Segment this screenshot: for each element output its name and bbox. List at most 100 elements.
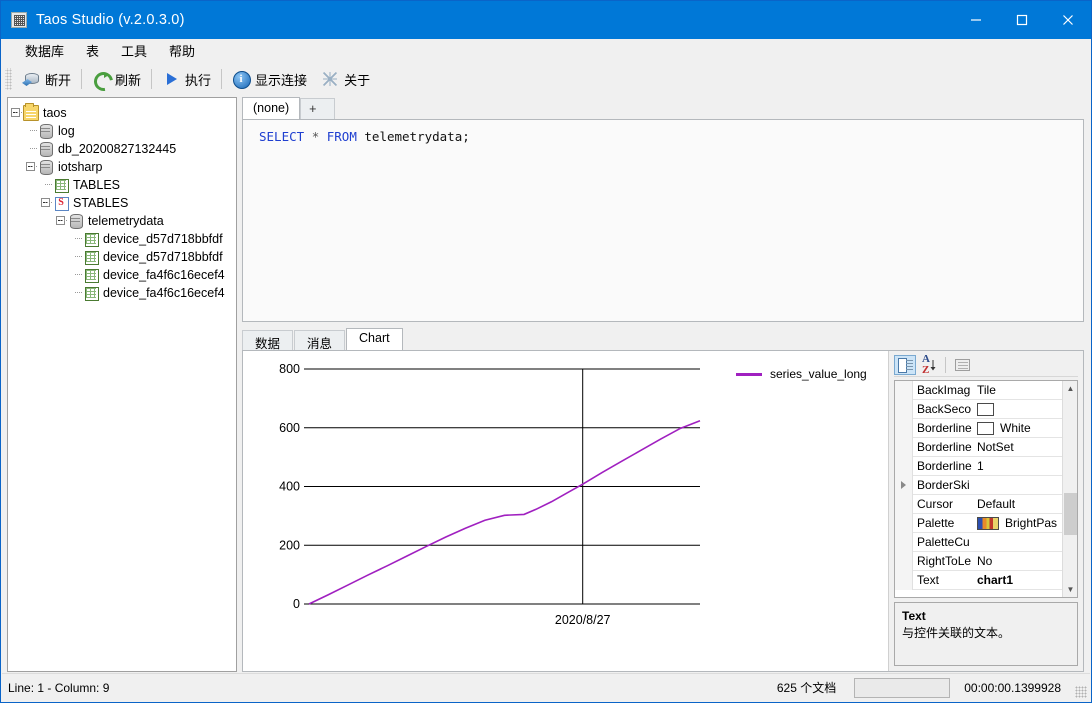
- chart-ytick-label: 400: [279, 480, 300, 494]
- toolbar-grip[interactable]: [5, 68, 12, 90]
- add-tab-button[interactable]: +: [300, 98, 336, 119]
- app-icon: [11, 12, 27, 28]
- property-description-body: 与控件关联的文本。: [902, 626, 1011, 641]
- property-grid[interactable]: BackImag Tile BackSeco Borderline White Borde…: [894, 380, 1078, 598]
- tab-data[interactable]: 数据: [242, 330, 294, 351]
- property-value[interactable]: 1: [975, 459, 1062, 473]
- table-icon: [83, 267, 99, 283]
- menu-item-table[interactable]: 表: [75, 38, 110, 63]
- tree-expander[interactable]: [38, 194, 53, 212]
- sql-editor[interactable]: SELECT * FROM telemetrydata;: [242, 119, 1084, 322]
- tree-node-label: taos: [43, 106, 67, 120]
- database-icon: [38, 141, 54, 157]
- refresh-icon: [92, 70, 110, 88]
- tree-expander[interactable]: [8, 104, 23, 122]
- tree-node-label: db_20200827132445: [58, 142, 177, 156]
- property-row[interactable]: Borderline NotSet: [895, 437, 1062, 457]
- property-row[interactable]: PaletteCu: [895, 532, 1062, 552]
- tree-node[interactable]: log: [8, 122, 236, 140]
- property-value[interactable]: [975, 402, 1062, 416]
- resize-grip[interactable]: [1075, 686, 1087, 698]
- tree-node[interactable]: device_fa4f6c16ecef4: [8, 266, 236, 284]
- expand-icon[interactable]: [895, 475, 913, 495]
- tree-expander[interactable]: [53, 212, 68, 230]
- tree-node[interactable]: TABLES: [8, 176, 236, 194]
- show-connection-button[interactable]: 显示连接: [225, 65, 314, 93]
- result-body: 0 200 400 600 800 2020/8/27 series_value_long…: [242, 350, 1084, 672]
- tree-node[interactable]: device_fa4f6c16ecef4: [8, 284, 236, 302]
- property-value[interactable]: Tile: [975, 383, 1062, 397]
- scroll-down-icon[interactable]: ▼: [1063, 582, 1077, 597]
- tree-indent: [23, 140, 38, 158]
- property-value[interactable]: chart1: [975, 573, 1062, 587]
- menu-item-tools[interactable]: 工具: [110, 38, 158, 63]
- tree-node-label: STABLES: [73, 196, 129, 210]
- disconnect-button[interactable]: 断开: [15, 65, 78, 93]
- property-row[interactable]: BackSeco: [895, 399, 1062, 419]
- tree-node[interactable]: db_20200827132445: [8, 140, 236, 158]
- chart-panel[interactable]: 0 200 400 600 800 2020/8/27 series_value_long: [243, 351, 888, 671]
- property-pages-icon[interactable]: [951, 355, 973, 375]
- minimize-icon[interactable]: [953, 1, 999, 39]
- tree-node[interactable]: taos: [8, 103, 236, 122]
- menu-item-help[interactable]: 帮助: [158, 38, 206, 63]
- menu-item-database[interactable]: 数据库: [14, 38, 75, 63]
- property-row[interactable]: RightToLe No: [895, 551, 1062, 571]
- property-name: Palette: [917, 516, 955, 530]
- tree-node[interactable]: device_d57d718bbfdf: [8, 248, 236, 266]
- property-row[interactable]: BorderSki: [895, 475, 1062, 495]
- tab-messages[interactable]: 消息: [294, 330, 346, 351]
- property-row[interactable]: Borderline 1: [895, 456, 1062, 476]
- categorized-icon[interactable]: [894, 354, 916, 375]
- property-value[interactable]: White: [975, 421, 1062, 435]
- scroll-up-icon[interactable]: ▲: [1063, 381, 1077, 396]
- sort-az-icon[interactable]: AZ: [918, 353, 940, 375]
- property-value[interactable]: BrightPas: [975, 516, 1062, 530]
- property-gutter: [895, 532, 913, 552]
- maximize-icon[interactable]: [999, 1, 1045, 39]
- tree-node[interactable]: telemetrydata: [8, 212, 236, 230]
- tree-node-label: device_fa4f6c16ecef4: [103, 286, 225, 300]
- property-name: RightToLe: [917, 554, 972, 568]
- about-button[interactable]: 关于: [314, 65, 377, 93]
- property-value[interactable]: Default: [975, 497, 1062, 511]
- property-scrollbar[interactable]: ▲ ▼: [1062, 381, 1077, 597]
- folder-icon: [23, 103, 39, 121]
- property-value[interactable]: NotSet: [975, 440, 1062, 454]
- disconnect-label: 断开: [45, 72, 72, 88]
- property-row[interactable]: Cursor Default: [895, 494, 1062, 514]
- property-row[interactable]: BackImag Tile: [895, 381, 1062, 400]
- execute-label: 执行: [185, 72, 212, 88]
- property-value-text: No: [977, 554, 993, 568]
- scrollbar-thumb[interactable]: [1064, 493, 1077, 535]
- database-tree-panel[interactable]: taos log db_20200827132445 iotsharp TABLES ST…: [7, 97, 238, 672]
- property-gutter: [895, 513, 913, 533]
- execute-button[interactable]: 执行: [155, 65, 218, 93]
- property-value[interactable]: No: [975, 554, 1062, 568]
- close-icon[interactable]: [1045, 1, 1091, 39]
- property-row[interactable]: Palette BrightPas: [895, 513, 1062, 533]
- legend-label: series_value_long: [770, 367, 867, 381]
- tree-node[interactable]: STABLES: [8, 194, 236, 212]
- property-row[interactable]: Text chart1: [895, 570, 1062, 590]
- tree-node[interactable]: device_d57d718bbfdf: [8, 230, 236, 248]
- tab-chart[interactable]: Chart: [346, 328, 403, 350]
- query-panel: (none) + SELECT * FROM telemetrydata; 数据…: [242, 97, 1090, 672]
- tree-node[interactable]: iotsharp: [8, 158, 236, 176]
- tree-indent: [23, 122, 38, 140]
- property-row[interactable]: Borderline White: [895, 418, 1062, 438]
- tree-indent: [38, 176, 53, 194]
- refresh-button[interactable]: 刷新: [85, 65, 148, 93]
- palette-swatch: [977, 516, 999, 530]
- editor-tab-none[interactable]: (none): [242, 97, 301, 119]
- tree-expander[interactable]: [23, 158, 38, 176]
- table-icon: [53, 177, 69, 193]
- about-icon: [321, 70, 339, 88]
